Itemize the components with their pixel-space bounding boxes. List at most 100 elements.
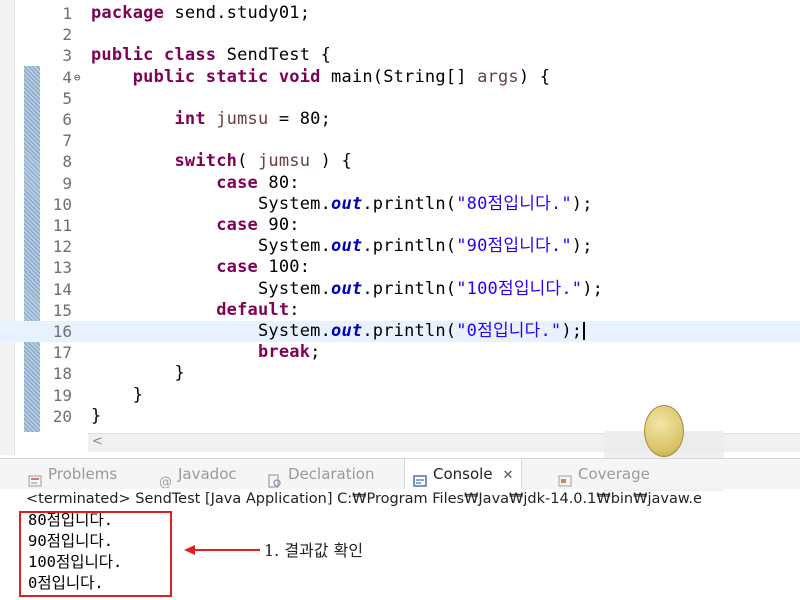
line-number: 12 <box>52 237 72 257</box>
code-line[interactable]: 14 System.out.println("100점입니다."); <box>0 279 800 300</box>
code-token: public static void <box>91 66 332 87</box>
code-token: : <box>289 299 300 320</box>
code-line[interactable]: 2 <box>0 24 800 45</box>
tab-problems[interactable]: Problems <box>28 459 117 489</box>
tab-label: Declaration <box>288 465 375 483</box>
code-editor[interactable]: 1 package send.study01; 2 3 public class Sen… <box>0 0 800 455</box>
code-text: System.out.println("100점입니다."); <box>91 279 603 300</box>
code-token: args <box>477 66 519 87</box>
code-token: .println( <box>362 321 457 341</box>
code-token: ); <box>582 278 604 299</box>
code-token: send.study01; <box>174 3 311 23</box>
svg-text:@: @ <box>159 475 172 488</box>
code-line[interactable]: 6 int jumsu = 80; <box>0 109 800 130</box>
code-text: case 80: <box>91 173 300 194</box>
line-number: 8 <box>62 152 72 172</box>
code-text: package send.study01; <box>91 3 310 24</box>
code-token: } <box>91 363 185 384</box>
line-number: 13 <box>52 258 72 278</box>
code-text: int jumsu = 80; <box>91 109 331 130</box>
line-number: 2 <box>62 25 72 45</box>
code-token: } <box>91 384 144 405</box>
code-line[interactable]: 18 } <box>0 363 800 384</box>
code-token: "90점입니다." <box>456 236 572 257</box>
code-token: 80: <box>268 172 300 193</box>
stamp-icon <box>644 405 684 457</box>
code-token: 100: <box>268 257 311 278</box>
code-token: .println( <box>362 236 457 257</box>
code-text: break; <box>91 342 321 363</box>
code-text: switch( jumsu ) { <box>91 151 352 172</box>
scroll-left-arrow-icon[interactable]: < <box>92 434 103 449</box>
close-icon[interactable]: ✕ <box>503 468 514 483</box>
tab-coverage[interactable]: Coverage <box>558 459 650 489</box>
code-line[interactable]: 9 case 80: <box>0 173 800 194</box>
code-token: default <box>91 299 290 320</box>
code-text: } <box>91 406 101 427</box>
console-icon <box>413 468 427 487</box>
line-number: 3 <box>62 46 72 66</box>
code-line[interactable]: 16 System.out.println("0점입니다."); <box>0 321 800 342</box>
line-number: 18 <box>52 364 72 384</box>
tab-declaration[interactable]: Declaration <box>268 459 374 489</box>
code-line[interactable]: 11 case 90: <box>0 215 800 236</box>
code-line[interactable]: 15 default: <box>0 300 800 321</box>
code-token: break <box>91 342 311 363</box>
declaration-icon <box>268 468 282 488</box>
code-text: case 100: <box>91 257 310 278</box>
code-line[interactable]: 3 public class SendTest { <box>0 45 800 66</box>
line-number: 14 <box>52 279 72 299</box>
annotation-label: 1. 결과값 확인 <box>264 541 364 560</box>
code-line[interactable]: 7 <box>0 130 800 151</box>
arrow-left-icon <box>184 545 260 555</box>
code-token: case <box>91 172 269 193</box>
code-line[interactable]: 8 switch( jumsu ) { <box>0 151 800 172</box>
fold-toggle-icon[interactable]: ⊖ <box>74 67 81 88</box>
code-token: out <box>331 193 363 214</box>
code-line[interactable]: 13 case 100: <box>0 257 800 278</box>
code-token: ); <box>561 321 583 341</box>
result-highlight-box <box>19 511 172 597</box>
tab-javadoc[interactable]: @ Javadoc <box>158 459 237 490</box>
code-token: System. <box>91 236 332 257</box>
problems-icon <box>28 468 42 487</box>
coverage-icon <box>558 468 572 487</box>
code-token: ) { <box>310 151 352 172</box>
code-token: System. <box>91 278 332 299</box>
code-line[interactable]: 5 <box>0 88 800 109</box>
code-token: .println( <box>362 278 457 299</box>
bottom-panel-tabbar: Problems @ Javadoc Declaration Console ✕ Cover… <box>0 458 800 490</box>
code-line[interactable]: 19 } <box>0 385 800 406</box>
code-token: SendTest { <box>226 45 332 66</box>
code-token: case <box>91 257 269 278</box>
code-token: System. <box>91 193 332 214</box>
tab-console[interactable]: Console ✕ <box>404 459 523 489</box>
code-text: } <box>91 363 185 384</box>
code-line[interactable]: 10 System.out.println("80점입니다."); <box>0 194 800 215</box>
code-line[interactable]: 1 package send.study01; <box>0 3 800 24</box>
code-token: 90: <box>268 215 300 235</box>
code-token: System. <box>91 321 332 341</box>
code-text: default: <box>91 300 300 321</box>
code-token: "80점입니다." <box>456 193 572 214</box>
line-number: 6 <box>62 110 72 129</box>
code-token: main(String[] <box>331 66 478 87</box>
code-line[interactable]: 17 break; <box>0 342 800 363</box>
code-token: ); <box>571 193 593 214</box>
code-token: package <box>91 3 175 23</box>
line-number: 5 <box>62 88 72 108</box>
line-number: 16 <box>52 322 72 341</box>
code-line[interactable]: 4 ⊖ public static void main(String[] args… <box>0 67 800 88</box>
line-number: 1 <box>62 4 72 23</box>
code-token: switch <box>91 151 238 172</box>
code-token: jumsu <box>216 109 269 129</box>
text-caret <box>583 322 586 340</box>
console-status-line: <terminated> SendTest [Java Application]… <box>26 491 702 507</box>
code-token: out <box>331 236 363 257</box>
line-number: 7 <box>62 131 72 151</box>
code-text: public static void main(String[] args) { <box>91 67 550 88</box>
code-text: System.out.println("90점입니다."); <box>91 236 593 257</box>
code-token: case <box>91 215 269 235</box>
tab-label: Javadoc <box>178 465 237 483</box>
code-line[interactable]: 12 System.out.println("90점입니다."); <box>0 236 800 257</box>
